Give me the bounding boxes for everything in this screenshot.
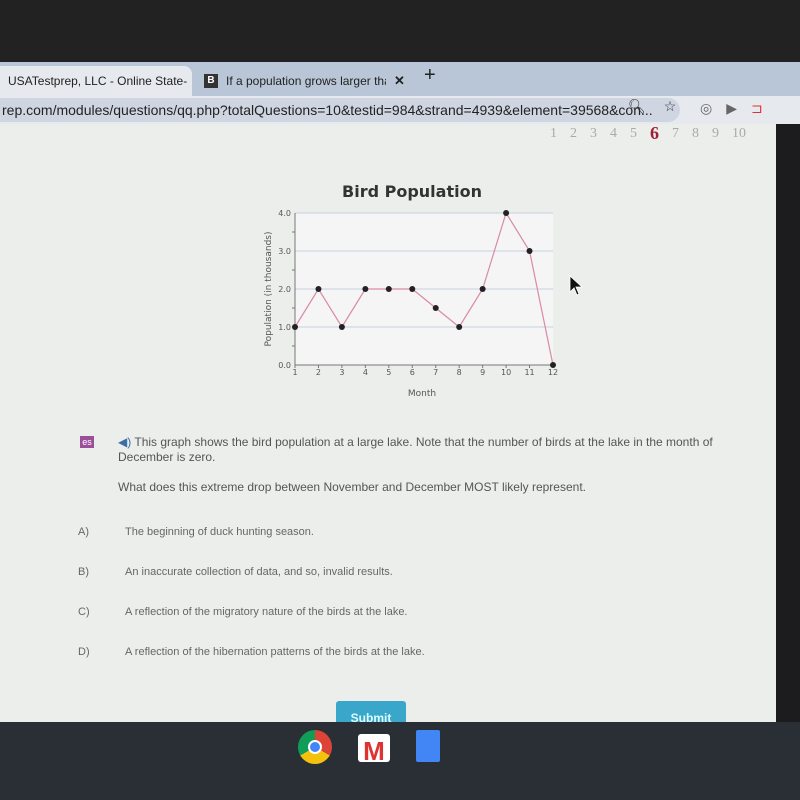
x-tick-label: 3 [339,368,344,377]
y-tick-label: 1.0 [278,323,291,332]
extension-icon[interactable]: ◎ [700,100,712,117]
tab-population[interactable]: B If a population grows larger than ✕ [196,66,416,96]
data-point-month-10 [503,210,510,216]
x-tick-label: 11 [524,368,534,377]
x-tick-label: 2 [316,368,321,377]
x-tick-label: 6 [410,368,415,377]
url-input[interactable]: rep.com/modules/questions/qq.php?totalQu… [0,98,680,122]
data-point-month-11 [526,248,533,254]
dock: M [298,730,440,766]
bird-population-chart: 0.01.02.03.04.01 2 3 4 5 6 7 8 9 10 11 12Bird Popul… [264,182,584,399]
option-c[interactable]: C) A reflection of the migratory nature o… [78,606,408,618]
option-a[interactable]: A) The beginning of duck hunting season. [78,526,314,538]
option-letter: D) [78,646,90,658]
x-tick-label: 9 [480,368,485,377]
option-text: The beginning of duck hunting season. [125,526,314,538]
tab-strip: USATestprep, LLC - Online State-✕ BIf a … [0,62,800,96]
page-content: 1 2 3 4 5 6 7 8 9 10 0.0 1.0 2.0 3.0 4.0 1 2 3 4 5 6 7 8 9 10 11… [0,123,776,725]
data-point-month-7 [432,305,439,311]
speaker-icon[interactable]: ◀) [118,435,131,449]
address-bar-row: rep.com/modules/questions/qq.php?totalQu… [0,96,800,124]
option-letter: A) [78,526,89,538]
data-point-month-9 [479,286,486,292]
spanish-badge[interactable]: es [80,436,94,448]
new-tab-button[interactable]: + [424,64,436,87]
question-body: This graph shows the bird population at … [118,435,713,464]
mouse-cursor [569,275,584,296]
option-letter: B) [78,566,89,578]
data-point-month-2 [315,286,322,292]
close-icon[interactable]: ✕ [394,73,405,89]
x-tick-label: 8 [457,368,462,377]
x-tick-label: 7 [433,368,438,377]
data-point-month-1 [292,324,298,330]
tab-label: If a population grows larger than [226,74,386,88]
y-tick-label: 0.0 [278,361,291,370]
option-text: An inaccurate collection of data, and so… [125,566,393,578]
question-text: ◀) This graph shows the bird population … [118,435,748,465]
tab-label: USATestprep, LLC - Online State- [8,74,188,88]
docs-icon[interactable] [416,730,440,762]
star-icon[interactable]: ☆ [664,98,677,115]
data-point-month-6 [409,286,416,292]
favicon: B [204,74,218,88]
play-extension-icon[interactable]: ▶ [726,100,737,117]
search-icon[interactable]: 🔍︎ [628,98,646,115]
option-d[interactable]: D) A reflection of the hibernation patter… [78,646,425,658]
option-text: A reflection of the migratory nature of … [125,606,408,618]
x-axis-label: Month [408,389,436,399]
x-tick-label: 5 [386,368,391,377]
data-point-month-3 [338,324,345,330]
y-tick-label: 3.0 [278,247,291,256]
x-tick-label: 1 [292,368,297,377]
data-point-month-12 [550,362,556,368]
extension-icon[interactable]: ⊐ [751,100,763,117]
chart-title: Bird Population [342,182,482,201]
tab-usatestprep[interactable]: USATestprep, LLC - Online State-✕ [0,66,192,96]
y-axis-label: Population (in thousands) [264,232,274,347]
screen-bezel [0,0,800,62]
option-letter: C) [78,606,90,618]
x-tick-label: 10 [501,368,511,377]
x-tick-label: 12 [548,368,558,377]
gmail-icon[interactable]: M [358,734,390,766]
option-text: A reflection of the hibernation patterns… [125,646,425,658]
y-tick-label: 4.0 [278,209,291,218]
y-tick-label: 2.0 [278,285,291,294]
option-b[interactable]: B) An inaccurate collection of data, and … [78,566,393,578]
data-point-month-4 [362,286,369,292]
x-tick-label: 4 [363,368,368,377]
chrome-icon[interactable] [298,730,332,764]
data-point-month-5 [385,286,392,292]
question-prompt: What does this extreme drop between Nove… [118,480,586,494]
data-point-month-8 [456,324,463,330]
